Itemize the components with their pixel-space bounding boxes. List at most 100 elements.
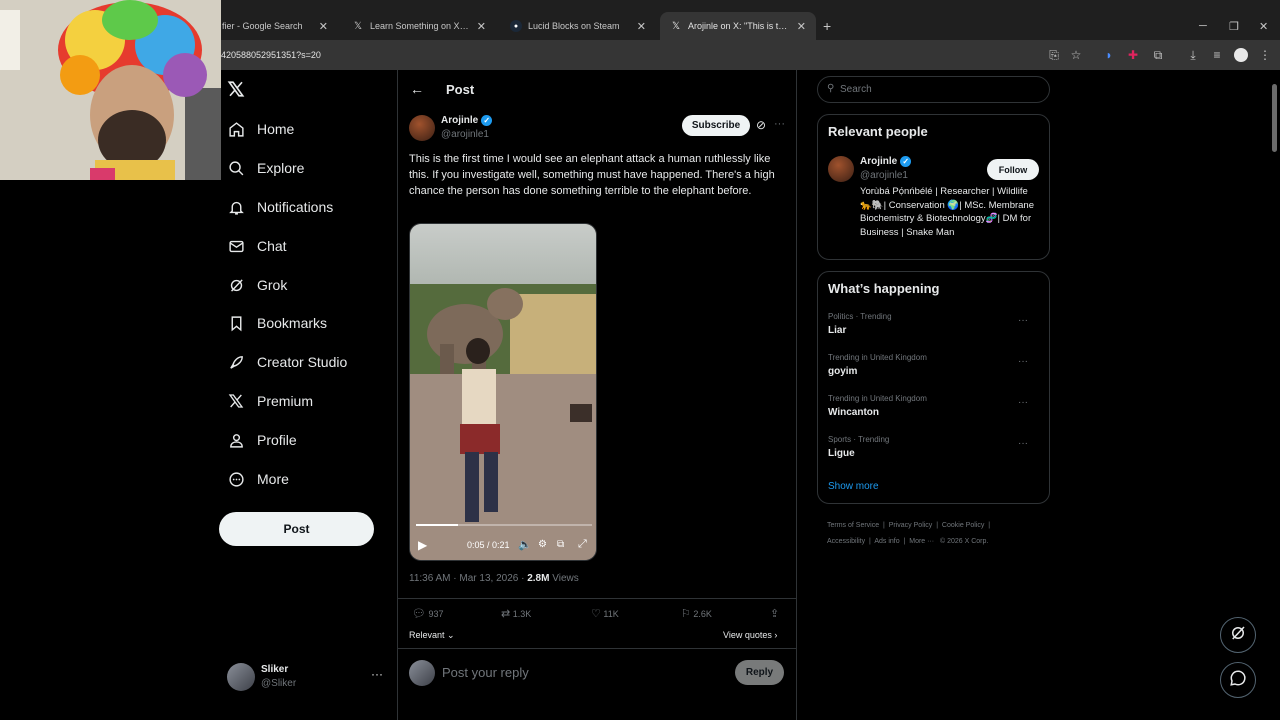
video-progress-track[interactable] [416, 524, 592, 526]
steam-icon: ● [510, 20, 522, 32]
x-logo-icon [227, 392, 245, 410]
relevant-dropdown[interactable]: Relevant ⌄ [409, 630, 455, 641]
back-arrow-icon[interactable]: ← [410, 81, 424, 97]
grok-icon [227, 276, 245, 294]
more-dots-icon[interactable]: ··· [1018, 397, 1028, 408]
scrollbar-thumb[interactable] [1272, 84, 1277, 152]
trend-name: Liar [828, 325, 847, 336]
search-input[interactable]: ⚲ Search [817, 76, 1050, 103]
reply-button[interactable]: Reply [735, 660, 784, 685]
main-column: ← Post Arojinle ✓ @arojinle1 Subscribe ⊘ … [397, 70, 797, 720]
puzzle-icon[interactable]: ⧉ [1150, 47, 1166, 63]
nav-notifications[interactable]: Notifications [227, 191, 333, 223]
account-switcher[interactable]: Sliker @Sliker ··· [227, 662, 387, 696]
tab-learn-something[interactable]: 𝕏 Learn Something on X: "An Indi ✕ [342, 12, 496, 40]
volume-icon[interactable]: 🔈 [518, 538, 532, 551]
reply-stat[interactable]: 💬︎ 937 [412, 607, 444, 620]
trend-item[interactable]: Sports · Trending Ligue ··· [828, 435, 1038, 465]
divider [398, 598, 796, 599]
avatar[interactable] [1233, 47, 1249, 63]
rocket-icon [227, 353, 245, 371]
more-dots-icon[interactable]: ··· [371, 667, 383, 681]
extension-icon[interactable]: ◗ [1101, 47, 1117, 63]
nav-label: Premium [257, 393, 314, 409]
media-icon[interactable]: ≡ [1209, 47, 1225, 63]
more-dots-icon[interactable]: ··· [1018, 438, 1028, 449]
x-logo-icon[interactable] [227, 80, 245, 100]
trend-item[interactable]: Trending in United Kingdom Wincanton ··· [828, 394, 1038, 424]
restore-icon[interactable]: ❐ [1229, 20, 1239, 33]
tab-label: fier - Google Search [222, 21, 303, 31]
nav-profile[interactable]: Profile [227, 424, 297, 456]
nav-premium[interactable]: Premium [227, 385, 313, 417]
more-dots-icon[interactable]: ··· [774, 118, 785, 130]
tab-google-search[interactable]: fier - Google Search ✕ [212, 12, 338, 40]
webcam-image [0, 0, 221, 180]
avatar[interactable] [409, 115, 435, 141]
trend-item[interactable]: Politics · Trending Liar ··· [828, 312, 1038, 342]
post-button[interactable]: Post [219, 512, 374, 546]
show-more-link[interactable]: Show more [828, 481, 879, 492]
nav-label: Chat [257, 238, 287, 254]
accessibility-link[interactable]: Accessibility [827, 538, 865, 545]
subscribe-button[interactable]: Subscribe [682, 115, 750, 136]
nav-more[interactable]: More [227, 463, 289, 495]
person-name[interactable]: Arojinle ✓ [860, 156, 912, 167]
reply-input[interactable]: Post your reply [442, 665, 529, 680]
settings-icon[interactable]: ⚙ [538, 539, 547, 550]
tab-lucid-blocks[interactable]: ● Lucid Blocks on Steam ✕ [500, 12, 656, 40]
close-icon[interactable]: ✕ [477, 20, 486, 33]
repost-stat[interactable]: ⇄ 1.3K [501, 607, 531, 620]
tab-arojinle-active[interactable]: 𝕏 Arojinle on X: "This is the first ti ✕ [660, 12, 816, 40]
more-link[interactable]: More ··· [909, 538, 934, 545]
more-dots-icon[interactable]: ··· [1018, 356, 1028, 367]
nav-label: Home [257, 121, 295, 137]
nav-chat[interactable]: Chat [227, 230, 287, 262]
install-icon[interactable]: ⎘ [1046, 47, 1062, 63]
privacy-link[interactable]: Privacy Policy [889, 522, 933, 529]
trend-meta: Trending in United Kingdom [828, 394, 927, 403]
download-icon[interactable]: ⤓ [1185, 47, 1201, 63]
cookie-link[interactable]: Cookie Policy [942, 522, 984, 529]
more-dots-icon[interactable]: ··· [1018, 315, 1028, 326]
minimize-icon[interactable]: ─ [1199, 20, 1207, 32]
new-tab-button[interactable]: + [823, 18, 831, 34]
nav-explore[interactable]: Explore [227, 152, 304, 184]
terms-link[interactable]: Terms of Service [827, 522, 879, 529]
fullscreen-icon[interactable]: ⤢ [578, 538, 587, 551]
kebab-menu-icon[interactable]: ⋮ [1257, 47, 1273, 63]
extension-icon[interactable]: ✚ [1125, 47, 1141, 63]
grok-float-button[interactable] [1220, 617, 1256, 653]
avatar[interactable] [828, 156, 854, 182]
nav-grok[interactable]: Grok [227, 269, 287, 301]
close-icon[interactable]: ✕ [319, 20, 328, 33]
chat-float-button[interactable] [1220, 662, 1256, 698]
grok-icon[interactable]: ⊘ [756, 118, 766, 132]
author-handle[interactable]: @arojinle1 [441, 129, 489, 140]
trend-name: goyim [828, 366, 858, 377]
follow-button[interactable]: Follow [987, 159, 1039, 180]
author-name[interactable]: Arojinle ✓ [441, 115, 493, 126]
close-icon[interactable]: ✕ [797, 20, 806, 33]
view-quotes-link[interactable]: View quotes › [723, 630, 777, 640]
pip-icon[interactable]: ⧉ [557, 539, 564, 550]
avatar [409, 660, 435, 686]
video-player[interactable]: ▶ 0:05 / 0:21 🔈 ⚙ ⧉ ⤢ [409, 223, 597, 561]
share-icon[interactable]: ⇪ [770, 607, 779, 620]
trend-item[interactable]: Trending in United Kingdom goyim ··· [828, 353, 1038, 383]
url-field[interactable]: 420588052951351?s=20 [221, 50, 321, 60]
nav-home[interactable]: Home [227, 113, 294, 145]
window-close-icon[interactable]: ✕ [1259, 20, 1268, 33]
play-icon[interactable]: ▶ [418, 538, 427, 552]
heart-icon: ♡ [591, 608, 601, 620]
search-placeholder: Search [840, 84, 872, 95]
star-icon[interactable]: ☆ [1068, 47, 1084, 63]
nav-label: Creator Studio [257, 354, 348, 370]
ads-info-link[interactable]: Ads info [874, 538, 899, 545]
nav-bookmarks[interactable]: Bookmarks [227, 307, 327, 339]
close-icon[interactable]: ✕ [637, 20, 646, 33]
like-stat[interactable]: ♡ 11K [591, 607, 619, 620]
nav-creator-studio[interactable]: Creator Studio [227, 346, 347, 378]
panel-title: Relevant people [828, 124, 928, 139]
bookmark-stat[interactable]: ⚐ 2.6K [681, 607, 712, 620]
